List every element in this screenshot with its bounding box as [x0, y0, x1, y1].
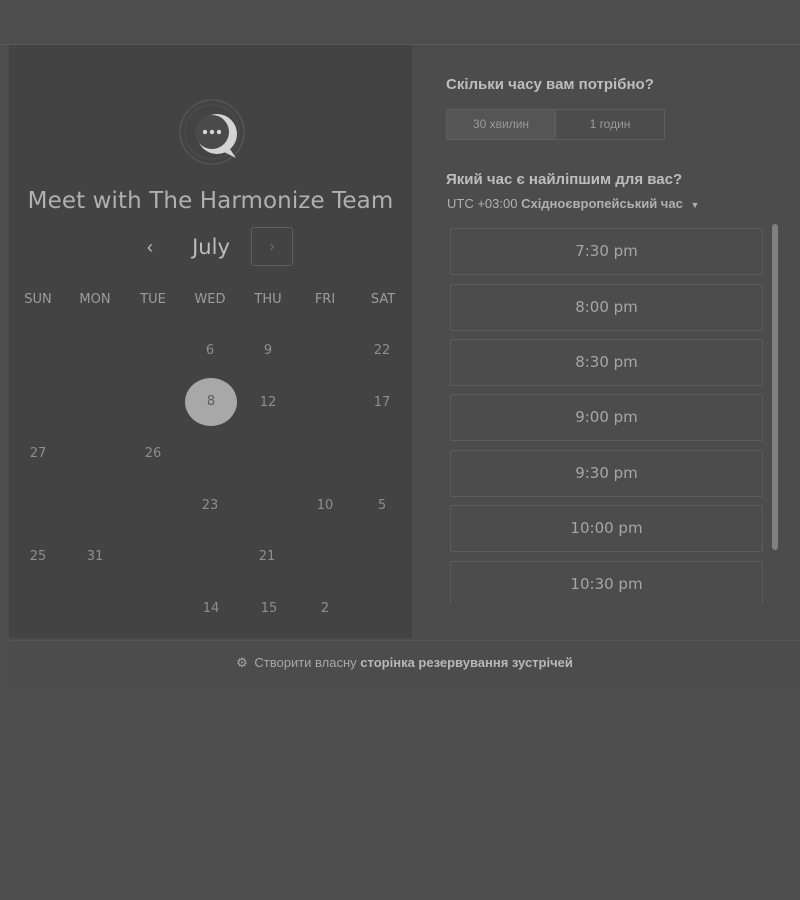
calendar-day[interactable]: 12 — [248, 395, 288, 410]
calendar-day[interactable]: 27 — [18, 446, 58, 461]
calendar-day[interactable]: 5 — [362, 498, 402, 513]
weekday-fri: FRI — [314, 292, 336, 307]
time-slot[interactable]: 7:30 pm — [450, 228, 763, 275]
time-slot-scrollbar[interactable] — [772, 224, 778, 550]
time-slot[interactable]: 10:30 pm — [450, 561, 763, 604]
next-month-button[interactable]: › — [251, 227, 293, 266]
time-slot[interactable]: 8:00 pm — [450, 284, 763, 331]
time-slot[interactable]: 10:00 pm — [450, 505, 763, 552]
calendar-day[interactable]: 26 — [133, 446, 173, 461]
timezone-offset: UTC +03:00 — [447, 196, 518, 211]
weekday-tue: TUE — [140, 292, 166, 307]
footer-create-link[interactable]: ⚙ Створити власну сторінка резервування … — [9, 640, 800, 687]
calendar-day[interactable]: 9 — [248, 343, 288, 358]
time-slot[interactable]: 9:00 pm — [450, 394, 763, 441]
calendar-day[interactable]: 15 — [249, 601, 289, 616]
calendar-day[interactable]: 22 — [362, 343, 402, 358]
calendar-day[interactable]: 14 — [191, 601, 231, 616]
weekday-thu: THU — [254, 292, 282, 307]
chevron-down-icon: ▼ — [690, 200, 700, 210]
time-slot-list: 7:30 pm 8:00 pm 8:30 pm 9:00 pm 9:30 pm … — [450, 228, 763, 604]
chat-bubble-logo-icon — [179, 99, 245, 165]
calendar-day[interactable]: 23 — [190, 498, 230, 513]
calendar-day[interactable]: 21 — [247, 549, 287, 564]
weekday-sat: SAT — [370, 292, 396, 307]
weekday-wed: WED — [194, 292, 226, 307]
page-title: Meet with The Harmonize Team — [27, 188, 394, 214]
month-label: July — [192, 235, 230, 259]
prev-month-button[interactable]: ‹ — [137, 232, 163, 262]
sprocket-icon: ⚙ — [236, 655, 248, 670]
duration-option-30-min[interactable]: 30 хвилин — [447, 110, 556, 139]
footer-link[interactable]: сторінка резервування зустрічей — [360, 655, 573, 670]
footer-prefix: Створити власну — [254, 655, 357, 670]
calendar-day[interactable]: 31 — [75, 549, 115, 564]
timezone-name: Східноєвропейський час — [521, 196, 683, 211]
calendar-day[interactable]: 2 — [305, 601, 345, 616]
duration-toggle: 30 хвилин 1 годин — [446, 109, 665, 140]
weekday-mon: MON — [79, 292, 111, 307]
time-slot[interactable]: 8:30 pm — [450, 339, 763, 386]
duration-heading: Скільки часу вам потрібно? — [446, 76, 654, 93]
timezone-selector[interactable]: UTC +03:00 Східноєвропейський час ▼ — [447, 196, 699, 211]
weekday-sun: SUN — [24, 292, 52, 307]
calendar-day[interactable]: 25 — [18, 549, 58, 564]
duration-option-1-hour[interactable]: 1 годин — [556, 110, 664, 139]
calendar-day[interactable]: 6 — [190, 343, 230, 358]
calendar-day-selected[interactable]: 8 — [185, 378, 237, 426]
calendar-day[interactable]: 17 — [362, 395, 402, 410]
top-bar — [0, 0, 800, 45]
time-slot[interactable]: 9:30 pm — [450, 450, 763, 497]
calendar-day[interactable]: 10 — [305, 498, 345, 513]
time-heading: Який час є найліпшим для вас? — [446, 171, 683, 188]
